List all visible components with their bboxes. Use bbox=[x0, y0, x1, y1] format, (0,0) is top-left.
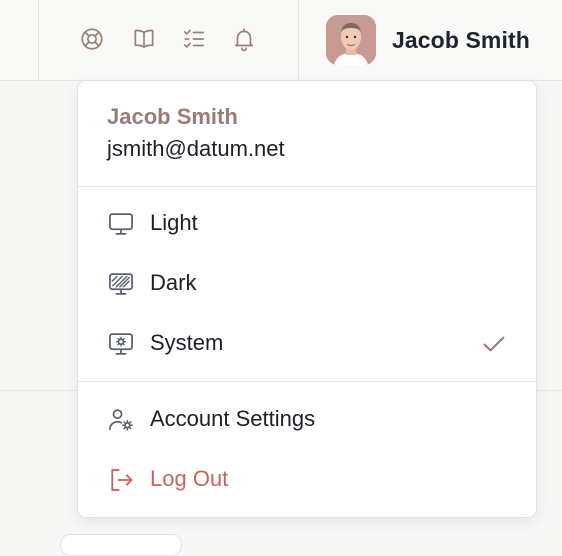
user-info-header: Jacob Smith jsmith@datum.net bbox=[78, 81, 536, 186]
menu-divider bbox=[78, 381, 536, 382]
theme-option-label: Dark bbox=[150, 270, 197, 295]
help-lifebuoy-icon[interactable] bbox=[77, 24, 107, 54]
account-settings-label: Account Settings bbox=[150, 406, 316, 431]
top-bar: Jacob Smith bbox=[0, 0, 562, 81]
background-card-edge bbox=[60, 534, 182, 556]
topbar-divider bbox=[298, 0, 299, 80]
theme-option-system[interactable]: System bbox=[78, 315, 536, 371]
log-out-icon bbox=[106, 466, 136, 494]
user-menu-button[interactable]: Jacob Smith bbox=[326, 14, 546, 66]
menu-user-name: Jacob Smith bbox=[107, 104, 238, 129]
account-settings-item[interactable]: Account Settings bbox=[78, 391, 536, 447]
monitor-icon bbox=[106, 210, 136, 238]
checkmark-icon bbox=[483, 336, 505, 352]
menu-user-email: jsmith@datum.net bbox=[107, 136, 285, 161]
monitor-system-icon bbox=[106, 330, 136, 358]
log-out-label: Log Out bbox=[150, 466, 229, 491]
menu-divider bbox=[78, 186, 536, 187]
topbar-divider bbox=[38, 0, 39, 80]
theme-option-label: Light bbox=[150, 210, 198, 235]
user-settings-icon bbox=[106, 406, 136, 434]
log-out-item[interactable]: Log Out bbox=[78, 451, 536, 507]
docs-book-icon[interactable] bbox=[129, 24, 159, 54]
background-divider bbox=[535, 390, 562, 391]
theme-option-dark[interactable]: Dark bbox=[78, 255, 536, 311]
monitor-dark-icon bbox=[106, 270, 136, 298]
user-dropdown-menu: Jacob Smith jsmith@datum.net Light Dark bbox=[77, 80, 537, 518]
theme-option-light[interactable]: Light bbox=[78, 195, 536, 251]
background-divider bbox=[0, 390, 77, 391]
user-name: Jacob Smith bbox=[392, 26, 530, 53]
avatar bbox=[326, 15, 376, 65]
theme-option-label: System bbox=[150, 330, 224, 355]
tasks-checklist-icon[interactable] bbox=[179, 24, 209, 54]
notifications-bell-icon[interactable] bbox=[229, 24, 259, 54]
